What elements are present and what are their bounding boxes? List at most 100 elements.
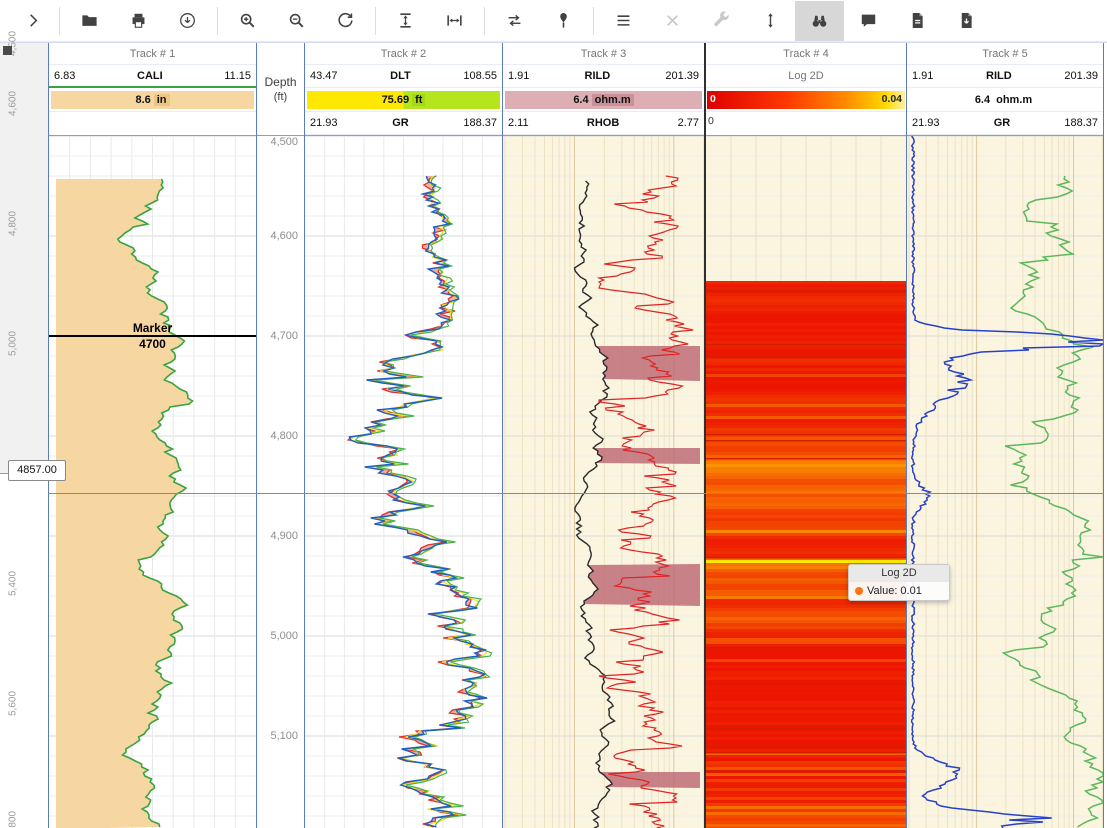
swap-horizontal-icon (505, 11, 524, 30)
download-circle-icon (178, 11, 197, 30)
curve-name: DLT (390, 70, 411, 82)
zoom-in-icon (238, 11, 257, 30)
crosshair-line (48, 493, 1104, 494)
resize-vertical-icon (761, 11, 780, 30)
chevron-right-icon (25, 12, 42, 29)
track3-value-row: 6.4 ohm.m (503, 88, 704, 112)
track3-current-value[interactable]: 6.4 ohm.m (505, 91, 702, 109)
fit-height-button[interactable] (381, 1, 430, 41)
track3-curve-header-rild[interactable]: 1.91 RILD 201.39 (503, 65, 704, 88)
series-dot-icon (855, 587, 863, 595)
folder-icon (80, 11, 99, 30)
curve-name: RILD (986, 70, 1012, 82)
track1-plot[interactable]: Marker 4700 (49, 136, 256, 828)
curve-max: 201.39 (665, 70, 699, 82)
wrench-icon (712, 11, 731, 30)
menu-icon (614, 11, 633, 30)
curve-min: 1.91 (508, 70, 529, 82)
depth-tick-label: 4,600 (270, 230, 298, 242)
minimap-anchor-icon[interactable] (3, 46, 12, 55)
tools-button (697, 1, 746, 41)
curve-max: 108.55 (463, 70, 497, 82)
zoom-out-button[interactable] (272, 1, 321, 41)
toolbar-separator (59, 7, 60, 35)
log-display-area: 4,5004,6004,8005,0005,4005,6005,800 Trac… (0, 42, 1107, 828)
inspect-mode-button[interactable] (795, 1, 844, 41)
value-text: 6.4 (573, 94, 588, 106)
minimap-tick-label: 5,400 (8, 564, 19, 604)
track2-current-value[interactable]: 75.69 ft (307, 91, 500, 109)
marker-name: Marker (49, 321, 256, 335)
track5-current-value[interactable]: 6.4 ohm.m (909, 91, 1101, 109)
colorbar-min: 0 (710, 93, 716, 105)
pin-button[interactable] (539, 1, 588, 41)
print-button[interactable] (114, 1, 163, 41)
track4-header: Track # 4 Log 2D 0 0.04 0 (706, 43, 906, 136)
toolbar-separator (593, 7, 594, 35)
depth-tick-label: 5,000 (270, 630, 298, 642)
pin-icon (554, 11, 573, 30)
track-5: Track # 5 1.91 RILD 201.39 6.4 ohm.m 21.… (906, 43, 1104, 828)
value-text: 8.6 (135, 94, 150, 106)
reset-view-button[interactable] (321, 1, 370, 41)
export-file-button[interactable] (893, 1, 942, 41)
comment-icon (859, 11, 878, 30)
depth-tick-label: 4,500 (270, 136, 298, 148)
track3-title: Track # 3 (503, 43, 704, 65)
track1-current-value[interactable]: 8.6 in (51, 91, 254, 109)
printer-icon (129, 11, 148, 30)
depth-axis: 4,5004,6004,7004,8004,9005,0005,100 (257, 136, 304, 828)
swap-tracks-button[interactable] (490, 1, 539, 41)
download-button[interactable] (163, 1, 212, 41)
minimap-tick-label: 4,600 (8, 84, 19, 124)
track1-curve-header-cali[interactable]: 6.83 CALI 11.15 (49, 65, 256, 88)
value-text: 6.4 (975, 94, 990, 106)
track4-heatmap[interactable] (706, 136, 906, 828)
track5-plot[interactable] (907, 136, 1103, 828)
curve-name: RHOB (587, 117, 619, 129)
curve-min: 43.47 (310, 70, 338, 82)
open-folder-button[interactable] (65, 1, 114, 41)
heatmap-colorbar[interactable]: 0 0.04 (707, 91, 905, 109)
track2-plot[interactable] (305, 136, 502, 828)
save-file-button[interactable] (942, 1, 991, 41)
file-lines-icon (908, 11, 927, 30)
track2-curve-header-gr[interactable]: 21.93 GR 188.37 (305, 112, 502, 135)
curve-min: 21.93 (912, 117, 940, 129)
curve-max: 201.39 (1064, 70, 1098, 82)
tooltip-value: Value: 0.01 (867, 585, 922, 597)
tooltip-title: Log 2D (849, 565, 949, 582)
curve-max: 188.37 (463, 117, 497, 129)
zoom-in-button[interactable] (223, 1, 272, 41)
fit-width-button[interactable] (430, 1, 479, 41)
track5-curve-header-gr[interactable]: 21.93 GR 188.37 (907, 112, 1103, 135)
depth-readout: 4857.00 (8, 460, 66, 481)
depth-marker[interactable]: Marker 4700 (49, 321, 256, 351)
overview-minimap[interactable]: 4,5004,6004,8005,0005,4005,6005,800 (0, 43, 48, 828)
comment-button[interactable] (844, 1, 893, 41)
fit-width-icon (445, 11, 464, 30)
track3-header: Track # 3 1.91 RILD 201.39 6.4 ohm.m 2.1… (503, 43, 704, 136)
value-unit: ohm.m (993, 94, 1035, 106)
track3-curve-header-rhob[interactable]: 2.11 RHOB 2.77 (503, 112, 704, 135)
minimap-tick-label: 5,800 (8, 804, 19, 828)
marker-depth: 4700 (49, 337, 256, 351)
minimap-tick-label: 5,600 (8, 684, 19, 724)
binoculars-icon (810, 11, 829, 30)
track2-title: Track # 2 (305, 43, 502, 65)
track1-value-row: 8.6 in (49, 88, 256, 112)
track-1: Track # 1 6.83 CALI 11.15 8.6 in Marker (48, 43, 256, 828)
track4-title: Track # 4 (706, 43, 906, 65)
track5-curve-header-rild[interactable]: 1.91 RILD 201.39 (907, 65, 1103, 88)
curve-min: 6.83 (54, 70, 75, 82)
track4-axis-label: 0 (706, 112, 906, 134)
menu-button[interactable] (599, 1, 648, 41)
track2-curve-header-dlt[interactable]: 43.47 DLT 108.55 (305, 65, 502, 88)
track3-plot[interactable] (503, 136, 704, 828)
track5-header: Track # 5 1.91 RILD 201.39 6.4 ohm.m 21.… (907, 43, 1103, 136)
track1-header: Track # 1 6.83 CALI 11.15 8.6 in (49, 43, 256, 136)
vertical-scale-button[interactable] (746, 1, 795, 41)
track-3: Track # 3 1.91 RILD 201.39 6.4 ohm.m 2.1… (502, 43, 704, 828)
curve-name: GR (994, 117, 1011, 129)
value-unit: ohm.m (592, 94, 634, 106)
